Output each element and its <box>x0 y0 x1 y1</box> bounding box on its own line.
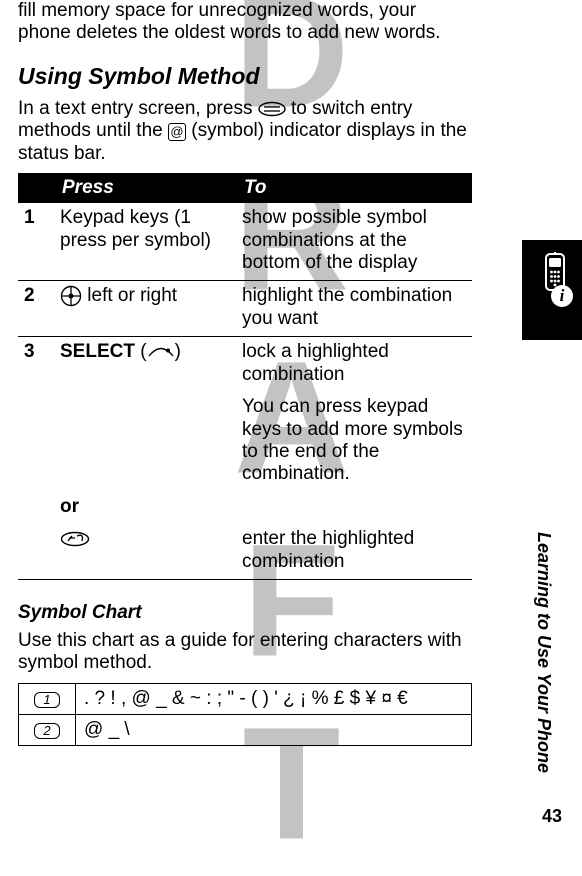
at-squared-icon: @ <box>168 123 186 141</box>
steps-table: Press To 1 Keypad keys (1 press per symb… <box>18 173 472 580</box>
menu-key-icon <box>258 98 286 120</box>
svg-text:i: i <box>560 286 565 305</box>
step-2-press: left or right <box>54 281 236 337</box>
dpad-icon <box>60 285 82 307</box>
col-to-header: To <box>236 173 472 203</box>
key-2-icon: 2 <box>34 723 60 739</box>
heading-symbol-chart: Symbol Chart <box>18 602 472 624</box>
phone-info-icon: i <box>530 252 574 312</box>
step-1-number: 1 <box>18 203 54 281</box>
step-2-press-text: left or right <box>82 285 177 306</box>
right-softkey-icon <box>147 341 175 363</box>
select-softkey-label: SELECT <box>60 341 135 362</box>
step-1-to: show possible symbol combinations at the… <box>236 203 472 281</box>
or-label: or <box>54 492 472 524</box>
step-1-press: Keypad keys (1 press per symbol) <box>54 203 236 281</box>
step-2-to: highlight the combination you want <box>236 281 472 337</box>
step-4-to: enter the highlighted combination <box>236 524 472 579</box>
key-2-cell: 2 <box>19 714 76 745</box>
prev-para-continuation: fill memory space for unrecognized words… <box>18 0 472 45</box>
step-4-press <box>54 524 236 579</box>
symbol-intro-paragraph: In a text entry screen, press to switch … <box>18 98 472 165</box>
section-running-title: Learning to Use Your Phone <box>533 532 554 773</box>
key-1-cell: 1 <box>19 683 76 714</box>
key-1-symbols: . ? ! , @ _ & ~ : ; " - ( ) ' ¿ ¡ % £ $ … <box>76 683 472 714</box>
step-3-press: SELECT ( ) <box>54 337 236 492</box>
symbol-intro-text-a: In a text entry screen, press <box>18 98 258 119</box>
step-3-to-line1: lock a highlighted combination <box>242 341 466 386</box>
key-1-icon: 1 <box>34 692 60 708</box>
symbol-chart-table: 1 . ? ! , @ _ & ~ : ; " - ( ) ' ¿ ¡ % £ … <box>18 683 472 746</box>
chapter-tab: i <box>522 240 582 340</box>
step-3-to: lock a highlighted combination You can p… <box>236 337 472 492</box>
step-3-to-line2: You can press keypad keys to add more sy… <box>242 396 466 486</box>
ok-key-icon <box>60 528 90 550</box>
key-2-symbols: @ _ \ <box>76 714 472 745</box>
symbol-chart-intro: Use this chart as a guide for entering c… <box>18 630 472 675</box>
heading-using-symbol-method: Using Symbol Method <box>18 63 472 90</box>
col-press-header: Press <box>54 173 236 203</box>
step-2-number: 2 <box>18 281 54 337</box>
step-3-number: 3 <box>18 337 54 492</box>
page-number: 43 <box>542 806 562 827</box>
